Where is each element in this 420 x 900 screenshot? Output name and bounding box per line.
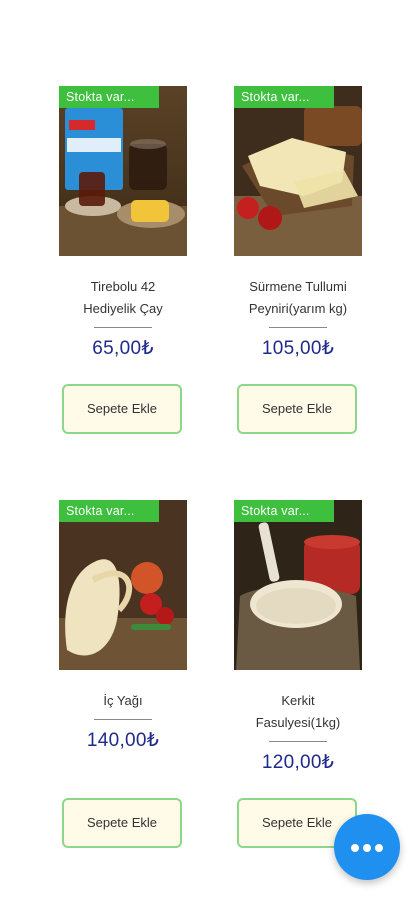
product-image[interactable]: Stokta var... (234, 86, 362, 256)
product-title[interactable]: Kerkit Fasulyesi(1kg) (234, 690, 362, 734)
add-to-cart-button[interactable]: Sepete Ekle (237, 384, 357, 434)
product-card[interactable]: Stokta var... Sürmene Tullumi Peyniri(ya… (234, 86, 362, 434)
product-title[interactable]: İç Yağı (59, 690, 187, 712)
beans-product-photo (234, 500, 362, 670)
product-price: 105,00₺ (261, 338, 335, 359)
product-title[interactable]: Sürmene Tullumi Peyniri(yarım kg) (234, 276, 362, 320)
divider (269, 327, 327, 328)
tea-product-photo (59, 86, 187, 256)
product-price: 65,00₺ (92, 338, 154, 359)
add-to-cart-button[interactable]: Sepete Ekle (62, 798, 182, 848)
divider (94, 327, 152, 328)
stock-badge: Stokta var... (234, 500, 334, 522)
product-image[interactable]: Stokta var... (59, 500, 187, 670)
cheese-product-photo (234, 86, 362, 256)
divider (269, 741, 327, 742)
product-card[interactable]: Stokta var... İç Yağı 140,00₺ Sepete Ekl… (59, 500, 187, 848)
suet-product-photo (59, 500, 187, 670)
stock-badge: Stokta var... (59, 86, 159, 108)
product-card[interactable]: Stokta var... Tirebolu 42 Hediyelik Çay … (59, 86, 187, 434)
add-to-cart-button[interactable]: Sepete Ekle (62, 384, 182, 434)
product-price: 140,00₺ (86, 730, 160, 751)
more-options-button[interactable] (334, 814, 400, 880)
stock-badge: Stokta var... (234, 86, 334, 108)
product-price: 120,00₺ (261, 752, 335, 773)
product-image[interactable]: Stokta var... (234, 500, 362, 670)
product-title[interactable]: Tirebolu 42 Hediyelik Çay (59, 276, 187, 320)
product-card[interactable]: Stokta var... Kerkit Fasulyesi(1kg) 120,… (234, 500, 362, 848)
stock-badge: Stokta var... (59, 500, 159, 522)
product-image[interactable]: Stokta var... (59, 86, 187, 256)
divider (94, 719, 152, 720)
